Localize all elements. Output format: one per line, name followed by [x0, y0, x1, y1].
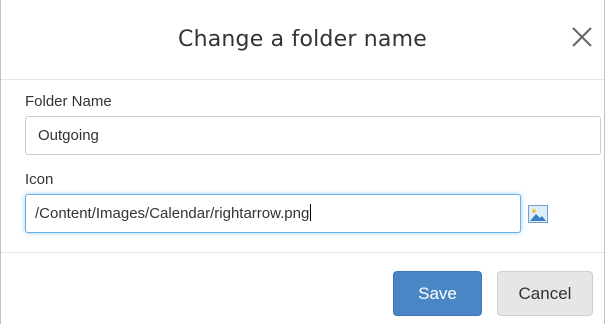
close-button[interactable] — [567, 22, 597, 52]
folder-name-label: Folder Name — [25, 93, 112, 110]
dialog-title: Change a folder name — [178, 27, 427, 52]
close-icon — [572, 27, 592, 47]
cancel-button[interactable]: Cancel — [497, 271, 593, 316]
icon-label: Icon — [25, 171, 54, 188]
text-caret — [310, 204, 312, 221]
save-button[interactable]: Save — [393, 271, 482, 316]
dialog-footer: Save Cancel — [1, 252, 604, 324]
image-picker-button[interactable] — [528, 205, 548, 223]
dialog-header: Change a folder name — [1, 0, 604, 80]
folder-name-input[interactable] — [25, 116, 601, 155]
icon-path-value: /Content/Images/Calendar/rightarrow.png — [35, 205, 310, 222]
image-icon — [528, 205, 548, 223]
icon-path-input[interactable]: /Content/Images/Calendar/rightarrow.png — [25, 194, 521, 233]
change-folder-dialog: Change a folder name Folder Name Icon /C… — [0, 0, 605, 324]
